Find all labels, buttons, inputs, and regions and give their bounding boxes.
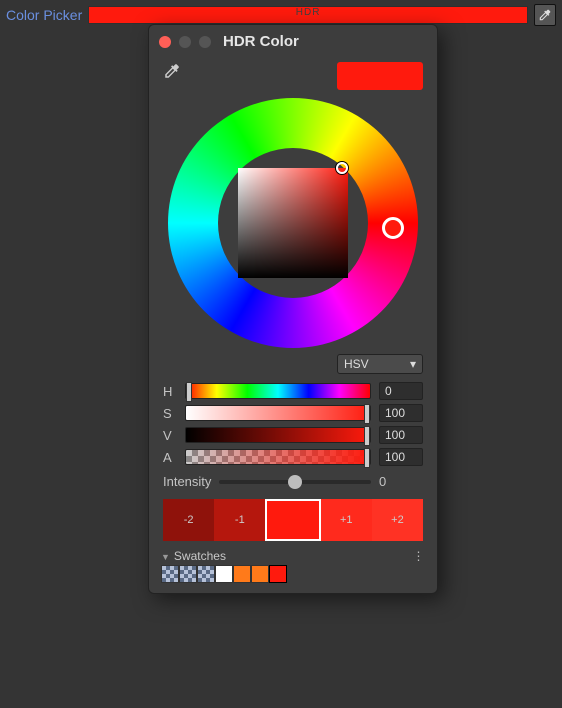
window-minimize-button[interactable] <box>179 36 191 48</box>
intensity-stop-0[interactable] <box>265 499 320 541</box>
s-value-field[interactable]: 100 <box>379 404 423 422</box>
header-color-field[interactable]: HDR <box>88 6 528 24</box>
color-wheel[interactable] <box>168 98 418 348</box>
swatch-item[interactable] <box>233 565 251 583</box>
window-close-button[interactable] <box>159 36 171 48</box>
v-label: V <box>163 428 177 443</box>
intensity-stop-plus-2[interactable]: +2 <box>372 499 423 541</box>
titlebar: HDR Color <box>149 25 437 54</box>
swatch-item[interactable] <box>197 565 215 583</box>
intensity-stop-plus-1[interactable]: +1 <box>321 499 372 541</box>
swatch-item[interactable] <box>251 565 269 583</box>
swatch-item[interactable] <box>269 565 287 583</box>
v-slider[interactable] <box>185 427 371 443</box>
h-label: H <box>163 384 177 399</box>
chevron-down-icon: ▼ <box>161 552 170 562</box>
color-mode-value: HSV <box>344 357 369 371</box>
chevron-down-icon: ▾ <box>410 357 416 371</box>
intensity-value-field[interactable]: 0 <box>379 474 423 489</box>
hue-handle[interactable] <box>382 217 404 239</box>
intensity-stop-minus-1[interactable]: -1 <box>214 499 265 541</box>
sv-handle[interactable] <box>336 162 348 174</box>
swatch-item[interactable] <box>179 565 197 583</box>
swatches-strip <box>149 565 437 587</box>
swatch-item[interactable] <box>161 565 179 583</box>
sv-square[interactable] <box>238 168 348 278</box>
swatches-menu-button[interactable]: ⋮ <box>411 549 427 563</box>
intensity-stop-minus-2[interactable]: -2 <box>163 499 214 541</box>
color-picker-label: Color Picker <box>6 7 82 23</box>
intensity-presets: -2 -1 +1 +2 <box>163 499 423 541</box>
a-slider[interactable] <box>185 449 371 465</box>
hdr-color-window: HDR Color HSV ▾ H 0 S 100 V 100 <box>148 24 438 594</box>
intensity-label: Intensity <box>163 474 211 489</box>
a-value-field[interactable]: 100 <box>379 448 423 466</box>
window-title: HDR Color <box>223 33 299 50</box>
intensity-thumb[interactable] <box>288 475 302 489</box>
eyedropper-button[interactable] <box>534 4 556 26</box>
s-label: S <box>163 406 177 421</box>
swatches-foldout[interactable]: ▼Swatches <box>161 549 226 563</box>
panel-eyedropper-button[interactable] <box>163 62 181 83</box>
intensity-slider[interactable] <box>219 480 371 484</box>
color-mode-dropdown[interactable]: HSV ▾ <box>337 354 423 374</box>
eyedropper-icon <box>163 62 181 80</box>
v-value-field[interactable]: 100 <box>379 426 423 444</box>
current-color-swatch <box>337 62 423 90</box>
window-zoom-button[interactable] <box>199 36 211 48</box>
eyedropper-icon <box>538 8 552 22</box>
swatch-item[interactable] <box>215 565 233 583</box>
hdr-badge: HDR <box>296 7 321 18</box>
h-slider[interactable] <box>185 383 371 399</box>
s-slider[interactable] <box>185 405 371 421</box>
h-value-field[interactable]: 0 <box>379 382 423 400</box>
a-label: A <box>163 450 177 465</box>
